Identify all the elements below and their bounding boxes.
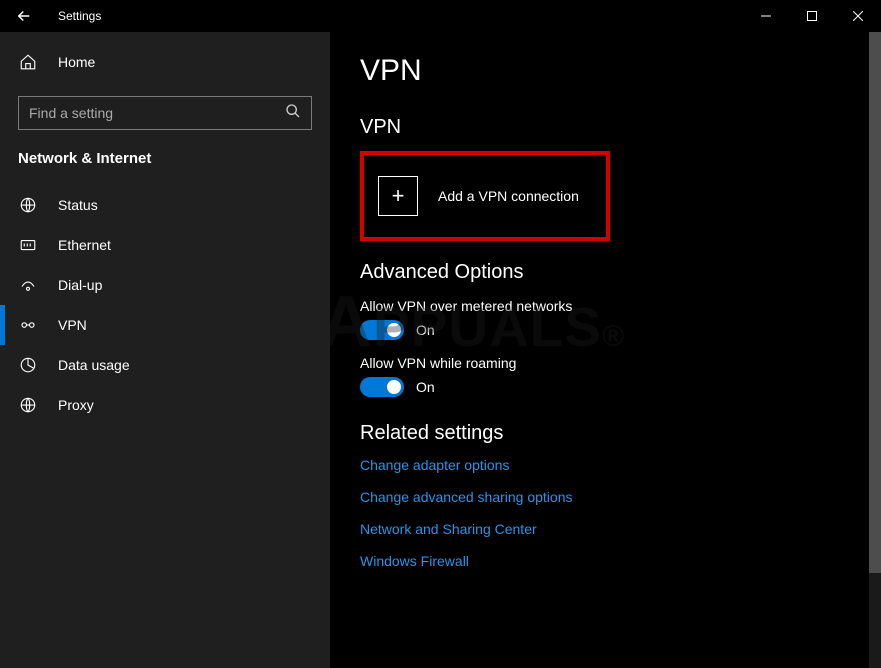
advanced-options-header: Advanced Options [360, 261, 851, 284]
search-icon [285, 103, 301, 124]
close-button[interactable] [835, 0, 881, 32]
sidebar-item-proxy[interactable]: Proxy [0, 385, 330, 425]
link-adapter-options[interactable]: Change adapter options [360, 457, 851, 473]
sidebar-item-label: Proxy [58, 397, 94, 413]
link-sharing-options[interactable]: Change advanced sharing options [360, 489, 851, 505]
page-title: VPN [360, 54, 851, 88]
sidebar-item-label: VPN [58, 317, 87, 333]
add-vpn-label: Add a VPN connection [438, 188, 579, 204]
globe-icon [18, 196, 38, 214]
option-metered-label: Allow VPN over metered networks [360, 298, 851, 314]
home-icon [18, 53, 38, 71]
toggle-metered[interactable] [360, 320, 404, 340]
dialup-icon [18, 276, 38, 294]
sidebar-item-label: Data usage [58, 357, 130, 373]
maximize-button[interactable] [789, 0, 835, 32]
scroll-thumb[interactable] [869, 32, 881, 573]
ethernet-icon [18, 236, 38, 254]
category-header: Network & Internet [0, 150, 330, 185]
sidebar-item-datausage[interactable]: Data usage [0, 345, 330, 385]
back-button[interactable] [0, 0, 48, 32]
sidebar: Home Network & Internet Status [0, 32, 330, 668]
sidebar-item-home[interactable]: Home [0, 42, 330, 82]
link-windows-firewall[interactable]: Windows Firewall [360, 553, 851, 569]
add-vpn-button[interactable]: + Add a VPN connection [360, 151, 610, 241]
search-input[interactable] [29, 105, 285, 121]
minimize-button[interactable] [743, 0, 789, 32]
sidebar-item-vpn[interactable]: VPN [0, 305, 330, 345]
titlebar: Settings [0, 0, 881, 32]
option-metered: Allow VPN over metered networks On [360, 298, 851, 340]
sidebar-item-label: Status [58, 197, 98, 213]
search-box[interactable] [18, 96, 312, 130]
data-usage-icon [18, 356, 38, 374]
sidebar-home-label: Home [58, 54, 95, 70]
plus-icon: + [378, 176, 418, 216]
sidebar-item-label: Dial-up [58, 277, 102, 293]
toggle-roaming[interactable] [360, 377, 404, 397]
proxy-icon [18, 396, 38, 414]
toggle-roaming-state: On [416, 379, 435, 395]
toggle-metered-state: On [416, 322, 435, 338]
option-roaming: Allow VPN while roaming On [360, 355, 851, 397]
related-settings-header: Related settings [360, 422, 851, 445]
sidebar-item-status[interactable]: Status [0, 185, 330, 225]
sidebar-item-dialup[interactable]: Dial-up [0, 265, 330, 305]
vpn-section-header: VPN [360, 116, 851, 139]
sidebar-item-label: Ethernet [58, 237, 111, 253]
option-roaming-label: Allow VPN while roaming [360, 355, 851, 371]
vpn-icon [18, 316, 38, 334]
content-area: VPN VPN + Add a VPN connection Advanced … [330, 32, 881, 668]
app-title: Settings [48, 9, 101, 23]
link-network-sharing-center[interactable]: Network and Sharing Center [360, 521, 851, 537]
scrollbar[interactable] [869, 32, 881, 668]
sidebar-item-ethernet[interactable]: Ethernet [0, 225, 330, 265]
